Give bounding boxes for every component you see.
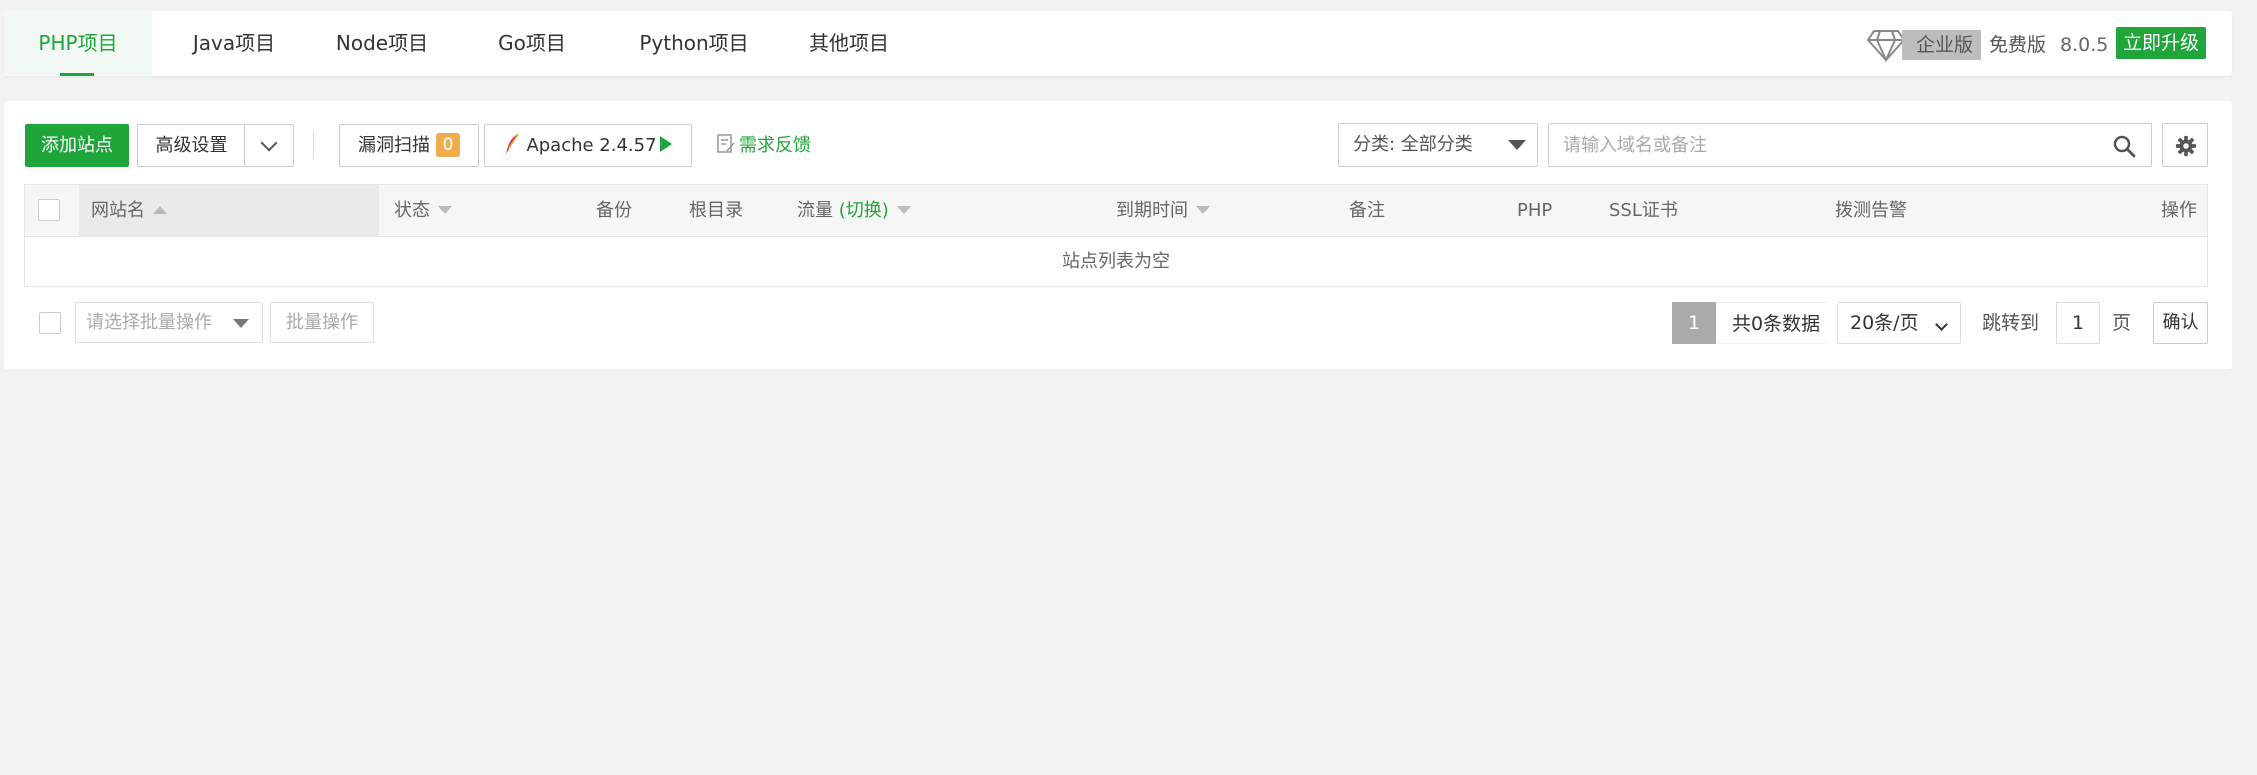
feedback-label: 需求反馈 bbox=[739, 135, 811, 156]
column-php: PHP bbox=[1517, 200, 1553, 221]
tab-java[interactable]: Java项目 bbox=[174, 11, 294, 76]
column-status-label: 状态 bbox=[394, 200, 430, 221]
upgrade-button[interactable]: 立即升级 bbox=[2116, 27, 2206, 59]
tab-node[interactable]: Node项目 bbox=[322, 11, 442, 76]
page-size-select[interactable]: 20条/页 bbox=[1837, 302, 1961, 344]
page-size-value: 20条/页 bbox=[1850, 312, 1919, 334]
add-site-button[interactable]: 添加站点 bbox=[25, 124, 129, 167]
select-all-checkbox[interactable] bbox=[38, 199, 60, 221]
traffic-switch-link[interactable]: (切换) bbox=[839, 200, 889, 221]
settings-button[interactable] bbox=[2162, 123, 2208, 167]
pagination-current-page[interactable]: 1 bbox=[1672, 302, 1716, 344]
project-tab-bar: PHP项目 Java项目 Node项目 Go项目 Python项目 其他项目 企… bbox=[4, 11, 2232, 76]
column-traffic-label: 流量 bbox=[797, 200, 833, 221]
site-list-panel: 添加站点 高级设置 漏洞扫描 0 Apache 2.4.57 需求反馈 分类: 全… bbox=[4, 101, 2232, 369]
column-site-name-label: 网站名 bbox=[91, 200, 145, 221]
column-status[interactable]: 状态 bbox=[394, 185, 452, 236]
version-label: 8.0.5 bbox=[2060, 34, 2109, 56]
jump-confirm-button[interactable]: 确认 bbox=[2153, 302, 2208, 344]
sort-down-icon bbox=[1196, 206, 1210, 214]
gear-icon bbox=[2175, 135, 2197, 157]
apache-service-button[interactable]: Apache 2.4.57 bbox=[484, 124, 692, 167]
column-probe-alert: 拨测告警 bbox=[1835, 200, 1907, 221]
tab-php[interactable]: PHP项目 bbox=[4, 11, 152, 76]
batch-operation-button[interactable]: 批量操作 bbox=[270, 302, 374, 343]
column-traffic[interactable]: 流量 (切换) bbox=[797, 185, 911, 236]
advanced-dropdown-button[interactable] bbox=[244, 124, 294, 167]
page-unit-label: 页 bbox=[2112, 312, 2132, 334]
pagination-total: 共0条数据 bbox=[1716, 302, 1829, 344]
apache-feather-icon bbox=[506, 133, 520, 154]
diamond-icon bbox=[1866, 30, 1906, 63]
play-icon bbox=[659, 136, 672, 152]
column-expire-time[interactable]: 到期时间 bbox=[1116, 185, 1210, 236]
edition-badge: 企业版 bbox=[1902, 30, 1982, 60]
sort-down-icon bbox=[438, 206, 452, 214]
tab-other[interactable]: 其他项目 bbox=[794, 11, 904, 76]
empty-table-message: 站点列表为空 bbox=[24, 236, 2208, 287]
site-table-header: 网站名 状态 备份 根目录 流量 (切换) 到期时间 备注 PHP SSL证书 … bbox=[24, 184, 2208, 237]
column-ssl: SSL证书 bbox=[1609, 200, 1678, 221]
tab-python[interactable]: Python项目 bbox=[624, 11, 764, 76]
batch-operation-placeholder: 请选择批量操作 bbox=[86, 312, 212, 333]
category-select-value: 分类: 全部分类 bbox=[1353, 134, 1473, 155]
edit-note-icon bbox=[717, 134, 735, 153]
column-action: 操作 bbox=[2161, 200, 2197, 221]
caret-down-icon bbox=[233, 319, 249, 328]
feedback-link[interactable]: 需求反馈 bbox=[717, 124, 811, 167]
column-expire-time-label: 到期时间 bbox=[1116, 200, 1188, 221]
search-input[interactable] bbox=[1548, 123, 2152, 167]
sort-down-icon bbox=[896, 206, 911, 214]
tab-go[interactable]: Go项目 bbox=[482, 11, 582, 76]
column-remark: 备注 bbox=[1349, 200, 1385, 221]
jump-to-label: 跳转到 bbox=[1982, 312, 2040, 334]
chevron-down-icon bbox=[260, 134, 278, 152]
batch-select-checkbox[interactable] bbox=[39, 312, 61, 334]
caret-down-icon bbox=[1508, 140, 1526, 150]
advanced-settings-button[interactable]: 高级设置 bbox=[137, 124, 245, 167]
vuln-count-badge: 0 bbox=[436, 133, 460, 157]
jump-page-input[interactable]: 1 bbox=[2056, 302, 2100, 344]
toolbar-divider bbox=[313, 131, 314, 159]
column-backup: 备份 bbox=[596, 200, 632, 221]
vuln-scan-button[interactable]: 漏洞扫描 0 bbox=[339, 124, 479, 167]
category-select[interactable]: 分类: 全部分类 bbox=[1338, 123, 1538, 167]
free-edition-label: 免费版 bbox=[1989, 34, 2047, 56]
sort-up-icon bbox=[153, 206, 167, 214]
apache-version-label: Apache 2.4.57 bbox=[526, 135, 657, 156]
chevron-down-icon bbox=[1935, 318, 1948, 331]
search-icon[interactable] bbox=[2112, 134, 2136, 158]
vuln-scan-label: 漏洞扫描 bbox=[358, 135, 430, 156]
batch-operation-select[interactable]: 请选择批量操作 bbox=[75, 302, 263, 343]
column-site-name[interactable]: 网站名 bbox=[91, 185, 167, 236]
column-root-dir: 根目录 bbox=[689, 200, 743, 221]
